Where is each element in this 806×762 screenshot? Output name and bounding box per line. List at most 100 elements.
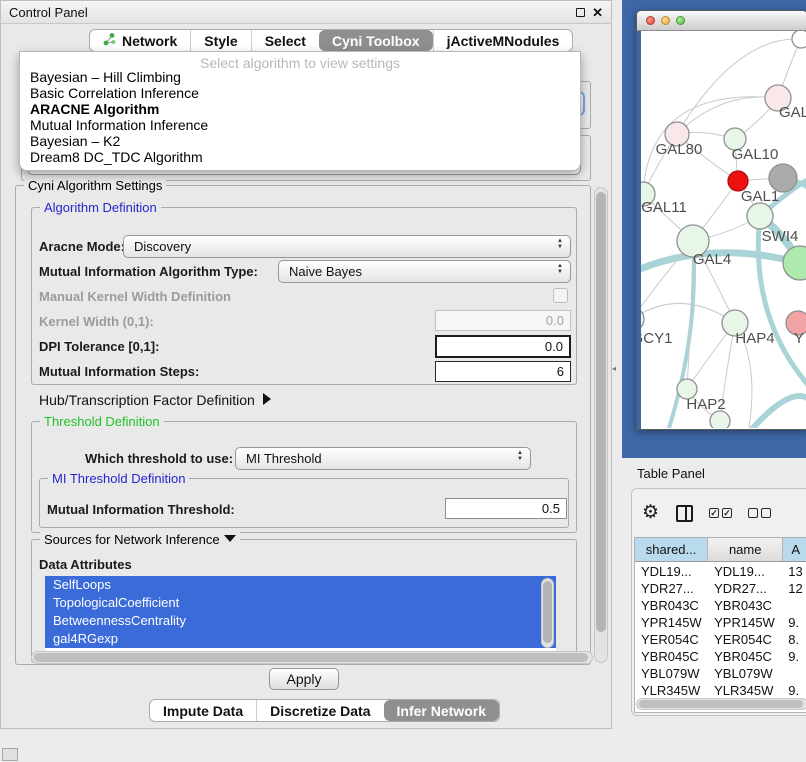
column-header-a[interactable]: A	[783, 538, 806, 561]
mi-algorithm-type-label: Mutual Information Algorithm Type:	[39, 264, 258, 279]
algorithm-option-bayesian-k2[interactable]: Bayesian – K2	[20, 133, 580, 149]
hub-definition-toggle[interactable]: Hub/Transcription Factor Definition	[39, 392, 271, 408]
data-attributes-list: SelfLoopsTopologicalCoefficientBetweenne…	[45, 576, 556, 652]
attribute-item-betweennesscentrality[interactable]: BetweennessCentrality	[45, 612, 556, 630]
manual-kernel-width-label: Manual Kernel Width Definition	[39, 289, 231, 304]
float-window-icon[interactable]	[576, 8, 585, 17]
attribute-item-gal4rgexp[interactable]: gal4RGexp	[45, 630, 556, 648]
tab-impute-data[interactable]: Impute Data	[150, 700, 256, 721]
mac-zoom-icon[interactable]	[676, 16, 685, 25]
attribute-item-selfloops[interactable]: SelfLoops	[45, 576, 556, 594]
table-toolbar: ⚙ ✓✓	[642, 501, 771, 525]
table-row[interactable]: YBR043CYBR043C	[635, 597, 806, 614]
mi-threshold-definition-title: MI Threshold Definition	[48, 471, 189, 486]
table-row[interactable]: YDR27...YDR27...12	[635, 580, 806, 597]
table-horizontal-scrollbar[interactable]	[636, 698, 806, 710]
table-row[interactable]: YPR145WYPR145W9.	[635, 614, 806, 631]
resize-grip[interactable]	[2, 748, 18, 761]
columns-icon[interactable]	[676, 505, 693, 522]
table-panel-area: Table Panel ⚙ ✓✓ shared...nameA YDL19...…	[612, 458, 806, 762]
table-row[interactable]: YBR045CYBR045C9.	[635, 648, 806, 665]
dpi-tolerance-field[interactable]: 0.0	[435, 335, 571, 358]
network-node-swi4[interactable]	[747, 203, 773, 229]
network-node[interactable]	[783, 246, 806, 280]
settings-horizontal-scrollbar[interactable]	[31, 651, 593, 664]
node-label-y: Y	[794, 330, 804, 347]
table-panel: ⚙ ✓✓ shared...nameA YDL19...YDL19...13YD…	[631, 488, 806, 716]
tab-discretize-data[interactable]: Discretize Data	[256, 700, 383, 721]
tab-jactivemnodules[interactable]: jActiveMNodules	[433, 30, 573, 51]
algorithm-option-dream8-dc-tdc-algorithm[interactable]: Dream8 DC_TDC Algorithm	[20, 149, 580, 165]
stepper-arrows-icon: ▲▼	[557, 238, 563, 250]
table-header-row: shared...nameA	[635, 538, 806, 562]
splitter-handle[interactable]: ◂	[612, 364, 619, 373]
network-view-window: GALGAL80GAL10GAL1GAL11SWI4GAL4GCY1HAP4YH…	[636, 10, 806, 430]
kernel-width-label: Kernel Width (0,1):	[39, 314, 154, 329]
network-graph: GALGAL80GAL10GAL1GAL11SWI4GAL4GCY1HAP4YH…	[641, 31, 806, 428]
mi-algorithm-type-select[interactable]: Naive Bayes ▲▼	[278, 260, 571, 283]
node-label-hap4: HAP4	[735, 330, 774, 347]
mi-steps-label: Mutual Information Steps:	[39, 364, 199, 379]
cyni-algorithm-settings-title: Cyni Algorithm Settings	[24, 178, 166, 193]
mac-close-icon[interactable]	[646, 16, 655, 25]
node-label-swi4: SWI4	[762, 228, 799, 245]
checked-boxes-icon[interactable]: ✓✓	[709, 508, 732, 518]
algorithm-dropdown-popup: Select algorithm to view settings Bayesi…	[19, 51, 581, 171]
attribute-item-topologicalcoefficient[interactable]: TopologicalCoefficient	[45, 594, 556, 612]
column-header-name[interactable]: name	[708, 538, 783, 561]
network-node[interactable]	[710, 411, 730, 428]
data-attributes-label: Data Attributes	[39, 557, 132, 572]
node-label-gal11: GAL11	[641, 199, 687, 216]
close-icon[interactable]: ✕	[592, 5, 603, 21]
aracne-mode-select[interactable]: Discovery ▲▼	[123, 235, 571, 258]
algorithm-option-basic-correlation-inference[interactable]: Basic Correlation Inference	[20, 85, 580, 101]
algorithm-option-mutual-information-inference[interactable]: Mutual Information Inference	[20, 117, 580, 133]
algorithm-option-aracne-algorithm[interactable]: ARACNE Algorithm	[20, 101, 580, 117]
panel-tabs: NetworkStyleSelectCyni ToolboxjActiveMNo…	[89, 29, 573, 52]
mac-minimize-icon[interactable]	[661, 16, 670, 25]
column-header-shared-[interactable]: shared...	[635, 538, 708, 561]
network-node[interactable]	[792, 31, 806, 48]
node-label-gal1: GAL1	[741, 188, 779, 205]
gear-icon[interactable]: ⚙	[642, 503, 659, 523]
bottom-tabs: Impute DataDiscretize DataInfer Network	[149, 699, 500, 722]
threshold-definition-title: Threshold Definition	[40, 414, 164, 429]
node-label-gal: GAL	[779, 104, 806, 121]
unchecked-boxes-icon[interactable]	[748, 508, 771, 518]
algorithm-definition-title: Algorithm Definition	[40, 200, 161, 215]
algorithm-option-bayesian-hill-climbing[interactable]: Bayesian – Hill Climbing	[20, 69, 580, 85]
kernel-width-field[interactable]: 0.0	[435, 310, 571, 331]
attribute-list-scrollbar[interactable]	[541, 578, 554, 648]
aracne-mode-label: Aracne Mode:	[39, 239, 125, 254]
tab-style[interactable]: Style	[190, 30, 250, 51]
control-panel-titlebar: Control Panel ✕	[1, 1, 611, 24]
node-label-gal10: GAL10	[732, 146, 779, 163]
table-row[interactable]: YER054CYER054C8.	[635, 631, 806, 648]
network-icon	[103, 32, 116, 49]
stepper-arrows-icon: ▲▼	[517, 450, 523, 462]
tab-cyni-toolbox[interactable]: Cyni Toolbox	[319, 30, 433, 51]
mi-threshold-label: Mutual Information Threshold:	[47, 502, 235, 517]
apply-button[interactable]: Apply	[269, 668, 339, 690]
mi-steps-field[interactable]: 6	[435, 361, 571, 382]
table-row[interactable]: YLR345WYLR345W9.	[635, 682, 806, 699]
mi-threshold-field[interactable]: 0.5	[445, 498, 567, 519]
screen: Control Panel ✕ NetworkStyleSelectCyni T…	[0, 0, 806, 762]
tab-network[interactable]: Network	[90, 30, 190, 51]
expanded-arrow-icon	[224, 535, 236, 542]
table-row[interactable]: YDL19...YDL19...13	[635, 563, 806, 580]
node-table: shared...nameA YDL19...YDL19...13YDR27..…	[634, 537, 806, 713]
network-edge	[753, 396, 806, 428]
tab-infer-network[interactable]: Infer Network	[384, 700, 499, 721]
settings-vertical-scrollbar[interactable]	[594, 187, 608, 663]
which-threshold-label: Which threshold to use:	[85, 451, 233, 466]
table-row[interactable]: YBL079WYBL079W	[635, 665, 806, 682]
algorithm-popup-list: Bayesian – Hill ClimbingBasic Correlatio…	[20, 69, 580, 165]
manual-kernel-width-checkbox[interactable]	[553, 288, 568, 303]
sources-title[interactable]: Sources for Network Inference	[40, 532, 240, 547]
collapsed-arrow-icon	[263, 393, 271, 405]
tab-select[interactable]: Select	[251, 30, 319, 51]
which-threshold-select[interactable]: MI Threshold ▲▼	[235, 447, 531, 470]
network-node-gcy1[interactable]	[641, 307, 644, 331]
network-canvas[interactable]: GALGAL80GAL10GAL1GAL11SWI4GAL4GCY1HAP4YH…	[641, 31, 806, 429]
